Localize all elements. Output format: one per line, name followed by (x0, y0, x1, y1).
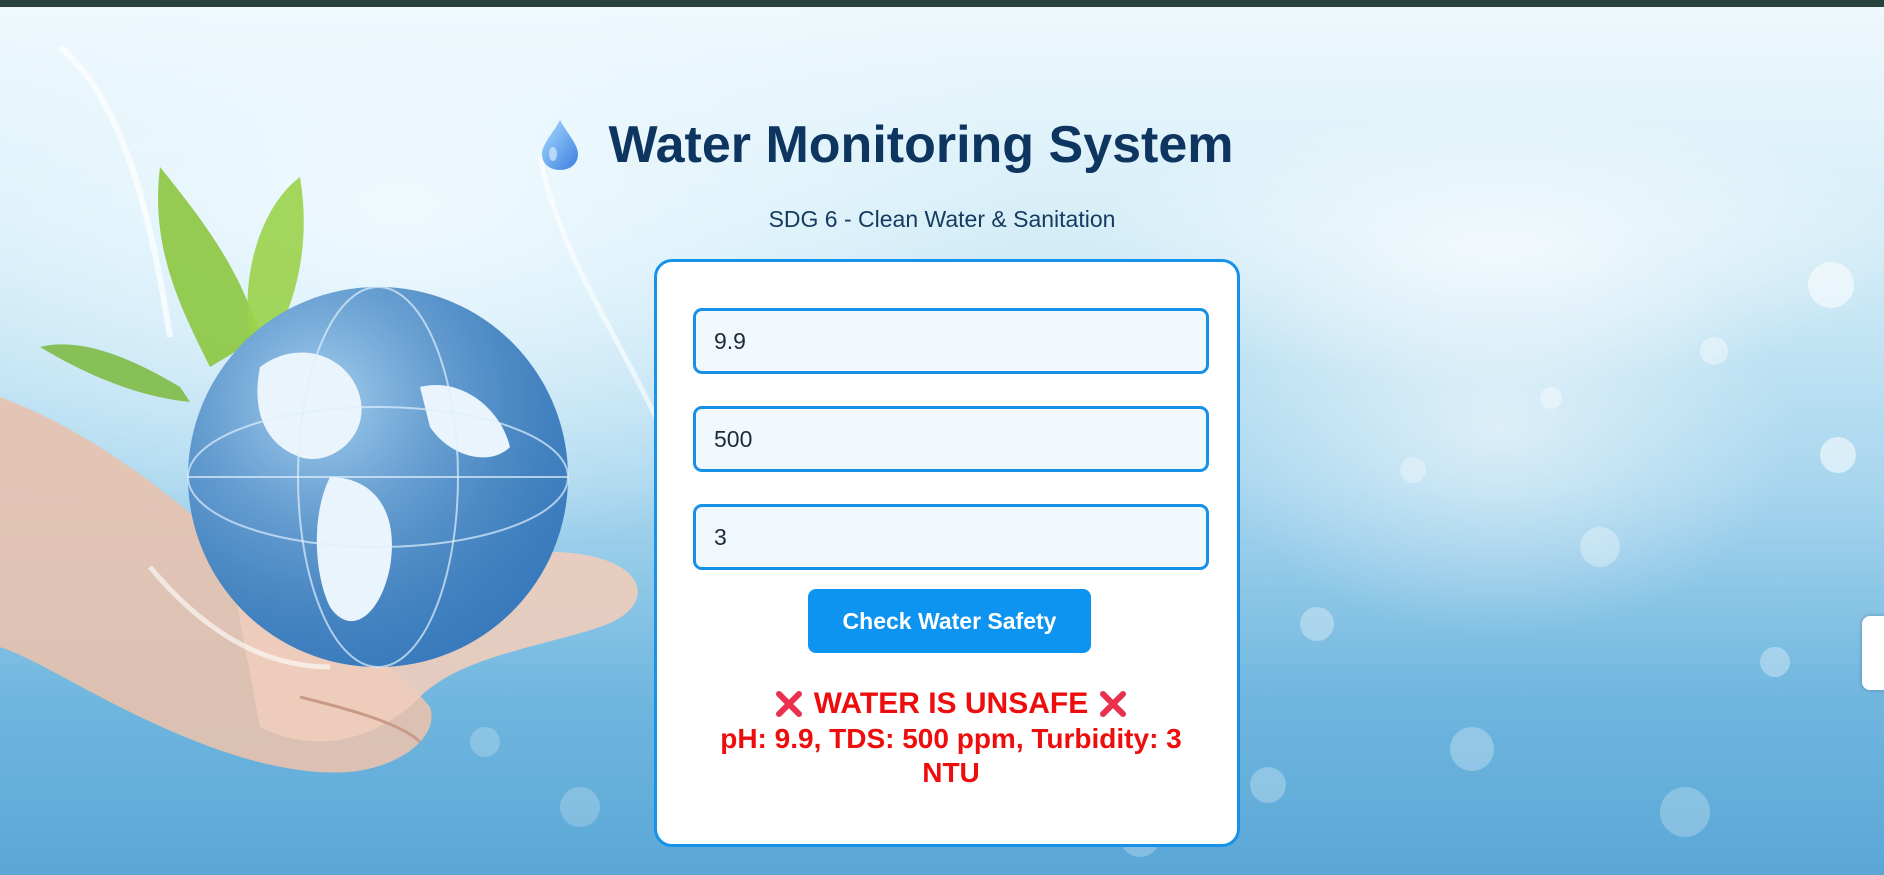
cross-mark-icon (775, 691, 802, 717)
page-title: Water Monitoring System (608, 116, 1234, 174)
ph-input[interactable] (693, 308, 1209, 374)
result-status: WATER IS UNSAFE (813, 687, 1089, 720)
tds-input[interactable] (693, 406, 1209, 472)
check-water-safety-button[interactable]: Check Water Safety (808, 589, 1091, 653)
turbidity-input[interactable] (693, 504, 1209, 570)
page-subtitle: SDG 6 - Clean Water & Sanitation (768, 206, 1116, 232)
result-details: pH: 9.9, TDS: 500 ppm, Turbidity: 3 NTU (720, 723, 1182, 788)
top-strip (0, 0, 1884, 7)
cross-mark-icon (1100, 691, 1127, 717)
side-panel-handle[interactable] (1862, 616, 1884, 690)
water-check-card: Check Water Safety WATER IS UNSAFE pH: 9… (654, 259, 1240, 847)
water-drop-icon (542, 120, 579, 170)
header: Water Monitoring System (0, 110, 1884, 180)
result-message: WATER IS UNSAFE pH: 9.9, TDS: 500 ppm, T… (693, 684, 1209, 790)
